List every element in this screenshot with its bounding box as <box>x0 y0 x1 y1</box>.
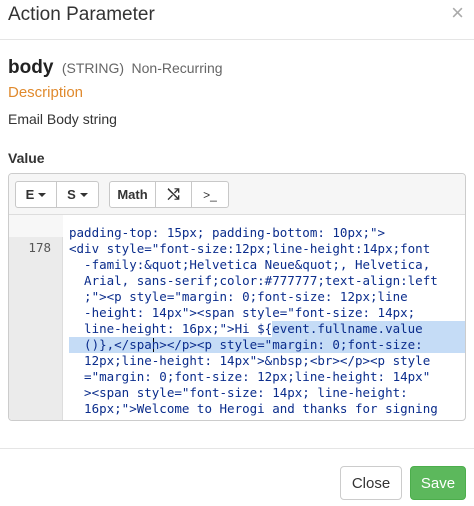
modal-header: Action Parameter × <box>0 0 474 40</box>
code-area[interactable]: 178 ~ ~ ~ ~ ~ ~ ~ ~ ~ ~ ~ ~ ~ ~ ~ ~ ~ ~ … <box>9 215 465 420</box>
parameter-name: body <box>8 57 54 78</box>
line-number: 178 <box>28 240 51 255</box>
close-icon[interactable]: × <box>451 2 464 24</box>
e-dropdown-label: E <box>25 187 35 202</box>
close-button[interactable]: Close <box>340 466 402 500</box>
s-dropdown-label: S <box>67 187 76 202</box>
code-line: line-height: 16px;">Hi ${event.fullname.… <box>69 321 423 336</box>
save-button[interactable]: Save <box>410 466 466 500</box>
caret-down-icon <box>38 192 47 197</box>
s-dropdown-button[interactable]: S <box>57 182 98 207</box>
shuffle-button[interactable]: ⤭ <box>156 182 192 207</box>
terminal-button[interactable]: >_ <box>192 182 228 207</box>
code-line: -family:&quot;Helvetica Neue&quot;, Helv… <box>69 257 431 272</box>
math-button[interactable]: Math <box>110 182 156 207</box>
value-label: Value <box>8 150 45 166</box>
toolbar-group-dropdowns: E S <box>15 181 99 208</box>
code-line: padding-top: 15px; padding-bottom: 10px;… <box>69 225 386 240</box>
terminal-icon: >_ <box>203 187 217 202</box>
modal-footer: Close Save <box>0 448 474 506</box>
description-text: Email Body string <box>8 111 117 127</box>
editor-toolbar: E S Math ⤭ >_ <box>9 174 465 215</box>
code-line: ()},</span></p><p style="margin: 0;font-… <box>69 337 423 352</box>
parameter-heading: body (STRING) Non-Recurring <box>8 57 223 79</box>
code-line: Arial, sans-serif;color:#777777;text-ali… <box>69 273 438 288</box>
shuffle-icon: ⤭ <box>167 186 180 203</box>
e-dropdown-button[interactable]: E <box>16 182 57 207</box>
code-line: <div style="font-size:12px;line-height:1… <box>69 241 431 256</box>
code-line: ><span style="font-size: 14px; line-heig… <box>69 385 408 400</box>
modal-title: Action Parameter <box>8 4 155 25</box>
parameter-type: (STRING) <box>61 60 125 76</box>
caret-down-icon <box>79 192 88 197</box>
code-editor: E S Math ⤭ >_ 178 ~ ~ ~ ~ ~ ~ ~ ~ ~ ~ ~ … <box>8 173 466 421</box>
code-line: ;"><p style="margin: 0;font-size: 12px;l… <box>69 289 408 304</box>
code-line: -height: 14px"><span style="font-size: 1… <box>69 305 416 320</box>
math-button-label: Math <box>117 187 148 202</box>
toolbar-group-tools: Math ⤭ >_ <box>109 181 229 208</box>
code-line: ="margin: 0;font-size: 12px;line-height:… <box>69 369 431 384</box>
code-line: 12px;line-height: 14px">&nbsp;<br></p><p… <box>69 353 431 368</box>
description-label: Description <box>8 84 84 101</box>
code-line-cut: ~ ~ ~ ~ ~ ~ ~ ~ ~ ~ ~ ~ ~ ~ ~ ~ ~ ~ ~ ~ … <box>69 215 465 221</box>
code-line: 16px;">Welcome to Herogi and thanks for … <box>69 401 438 416</box>
gutter-top <box>9 215 63 237</box>
parameter-recurrence: Non-Recurring <box>131 60 223 76</box>
